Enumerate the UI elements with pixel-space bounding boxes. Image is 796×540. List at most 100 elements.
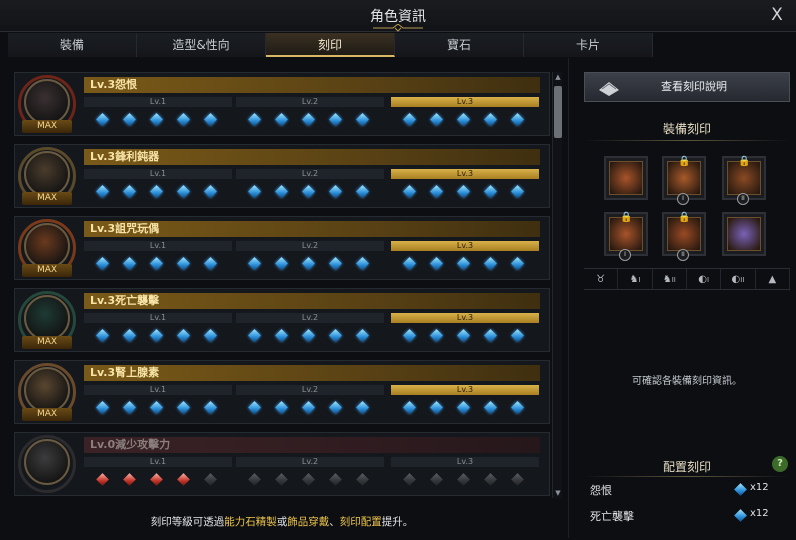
tab-2[interactable]: 刻印 bbox=[266, 33, 395, 57]
engraving-emblem-icon: MAX bbox=[18, 363, 78, 423]
accessory-icon bbox=[609, 161, 643, 195]
tab-0[interactable]: 裝備 bbox=[8, 33, 137, 57]
gem-row bbox=[397, 255, 537, 273]
level-label: Lv.1 bbox=[84, 385, 232, 395]
engraving-name: Lv.3腎上腺素 bbox=[84, 365, 540, 381]
gem-icon bbox=[177, 473, 190, 486]
engraving-name: Lv.3怨恨 bbox=[84, 77, 540, 93]
level-label: Lv.3 bbox=[391, 385, 539, 395]
level-label: Lv.2 bbox=[236, 241, 384, 251]
scroll-thumb[interactable] bbox=[554, 86, 562, 138]
engraving-row[interactable]: Lv.0減少攻擊力 Lv.1 Lv.2 Lv.3 bbox=[14, 432, 550, 496]
gem-icon bbox=[430, 113, 443, 126]
lock-icon: 🔒 bbox=[678, 212, 691, 223]
gem-icon bbox=[123, 473, 136, 486]
gem-icon bbox=[329, 401, 342, 414]
gem-icon bbox=[484, 257, 497, 270]
gem-row bbox=[397, 183, 537, 201]
gem-icon bbox=[430, 329, 443, 342]
help-button[interactable]: ? bbox=[772, 456, 788, 472]
gem-icon bbox=[403, 329, 416, 342]
view-engraving-description-label: 查看刻印說明 bbox=[661, 80, 727, 93]
engraving-row[interactable]: MAX Lv.3鋒利鈍器 Lv.1 Lv.2 Lv.3 bbox=[14, 144, 550, 208]
slot-filter-ring-ii-icon[interactable]: ◐II bbox=[721, 269, 756, 289]
lock-icon: 🔒 bbox=[678, 156, 691, 167]
gem-icon bbox=[329, 113, 342, 126]
emblem-portrait bbox=[24, 223, 70, 269]
engraving-name: Lv.0減少攻擊力 bbox=[84, 437, 540, 453]
engraving-row[interactable]: MAX Lv.3怨恨 Lv.1 Lv.2 Lv.3 bbox=[14, 72, 550, 136]
emblem-portrait bbox=[24, 151, 70, 197]
equip-slot-stone[interactable] bbox=[722, 212, 766, 256]
gem-icon bbox=[356, 401, 369, 414]
lock-icon: 🔒 bbox=[738, 156, 751, 167]
tab-1[interactable]: 造型&性向 bbox=[137, 33, 266, 57]
engraving-row[interactable]: MAX Lv.3死亡襲擊 Lv.1 Lv.2 Lv.3 bbox=[14, 288, 550, 352]
section-divider bbox=[584, 140, 790, 141]
gem-icon bbox=[248, 185, 261, 198]
view-engraving-description-button[interactable]: 查看刻印說明 bbox=[584, 72, 790, 102]
equip-slot-ring-2[interactable]: 🔒 II bbox=[662, 212, 706, 261]
level-group-1: Lv.1 bbox=[84, 313, 232, 349]
title-ornament-icon bbox=[373, 24, 423, 32]
level-group-3: Lv.3 bbox=[391, 97, 539, 133]
gem-icon bbox=[96, 329, 109, 342]
tab-4[interactable]: 卡片 bbox=[524, 33, 653, 57]
slot-filter-earring-ii-icon[interactable]: ♞II bbox=[653, 269, 687, 289]
slot-filter-stone-icon[interactable]: ▲ bbox=[756, 269, 790, 289]
engraving-row[interactable]: MAX Lv.3詛咒玩偶 Lv.1 Lv.2 Lv.3 bbox=[14, 216, 550, 280]
level-group-1: Lv.1 bbox=[84, 457, 232, 493]
level-label: Lv.3 bbox=[391, 241, 539, 251]
footer-text: 刻印等級可透過 bbox=[150, 516, 225, 528]
gem-icon bbox=[204, 329, 217, 342]
equip-slot-necklace[interactable] bbox=[604, 156, 648, 200]
scroll-up-icon[interactable]: ▲ bbox=[553, 72, 563, 82]
gem-icon bbox=[302, 185, 315, 198]
gem-icon bbox=[123, 185, 136, 198]
tab-3[interactable]: 寶石 bbox=[395, 33, 524, 57]
scroll-down-icon[interactable]: ▼ bbox=[553, 488, 563, 498]
level-group-2: Lv.2 bbox=[236, 97, 384, 133]
slot-glyph: ♞ bbox=[662, 274, 672, 285]
gem-icon bbox=[123, 401, 136, 414]
engraving-row[interactable]: MAX Lv.3腎上腺素 Lv.1 Lv.2 Lv.3 bbox=[14, 360, 550, 424]
emblem-portrait bbox=[24, 367, 70, 413]
level-label: Lv.3 bbox=[391, 313, 539, 323]
gem-icon bbox=[275, 401, 288, 414]
gem-icon bbox=[511, 329, 524, 342]
section-divider bbox=[584, 476, 790, 477]
info-text: 可確認各裝備刻印資訊。 bbox=[632, 376, 742, 387]
emblem-portrait bbox=[24, 79, 70, 125]
gem-icon bbox=[484, 401, 497, 414]
gem-icon bbox=[248, 329, 261, 342]
level-group-2: Lv.2 bbox=[236, 313, 384, 349]
level-label: Lv.2 bbox=[236, 385, 384, 395]
level-group-3: Lv.3 bbox=[391, 385, 539, 421]
gem-icon bbox=[96, 185, 109, 198]
right-panel: 查看刻印說明 裝備刻印 🔒 I 🔒 II 🔒 I 🔒 II ♉ ♞I ♞II ◐I ◐II ▲ 可確認各… bbox=[584, 72, 790, 534]
gem-icon bbox=[457, 473, 470, 486]
slot-filter-earring-i-icon[interactable]: ♞I bbox=[618, 269, 653, 289]
gem-icon bbox=[204, 473, 217, 486]
scrollbar[interactable]: ▲ ▼ bbox=[552, 72, 562, 498]
level-group-1: Lv.1 bbox=[84, 97, 232, 133]
slot-glyph: ♉ bbox=[596, 274, 606, 285]
level-label: Lv.3 bbox=[391, 457, 539, 467]
slot-filter-ring-i-icon[interactable]: ◐I bbox=[687, 269, 722, 289]
max-badge: MAX bbox=[22, 120, 72, 133]
gem-icon bbox=[248, 257, 261, 270]
equip-slot-ring-1[interactable]: 🔒 I bbox=[604, 212, 648, 261]
slot-number-badge: II bbox=[737, 193, 749, 205]
gem-icon bbox=[329, 257, 342, 270]
gem-icon bbox=[484, 329, 497, 342]
level-label: Lv.3 bbox=[391, 97, 539, 107]
equip-slot-earring-1[interactable]: 🔒 I bbox=[662, 156, 706, 205]
gem-icon bbox=[204, 257, 217, 270]
slot-filter-necklace-icon[interactable]: ♉ bbox=[584, 269, 619, 289]
close-button[interactable]: X bbox=[766, 4, 788, 26]
tab-bar: 裝備 造型&性向 刻印 寶石 卡片 bbox=[8, 33, 788, 57]
equip-slot-earring-2[interactable]: 🔒 II bbox=[722, 156, 766, 205]
gem-row bbox=[90, 183, 230, 201]
gem-icon bbox=[150, 329, 163, 342]
level-label: Lv.2 bbox=[236, 313, 384, 323]
